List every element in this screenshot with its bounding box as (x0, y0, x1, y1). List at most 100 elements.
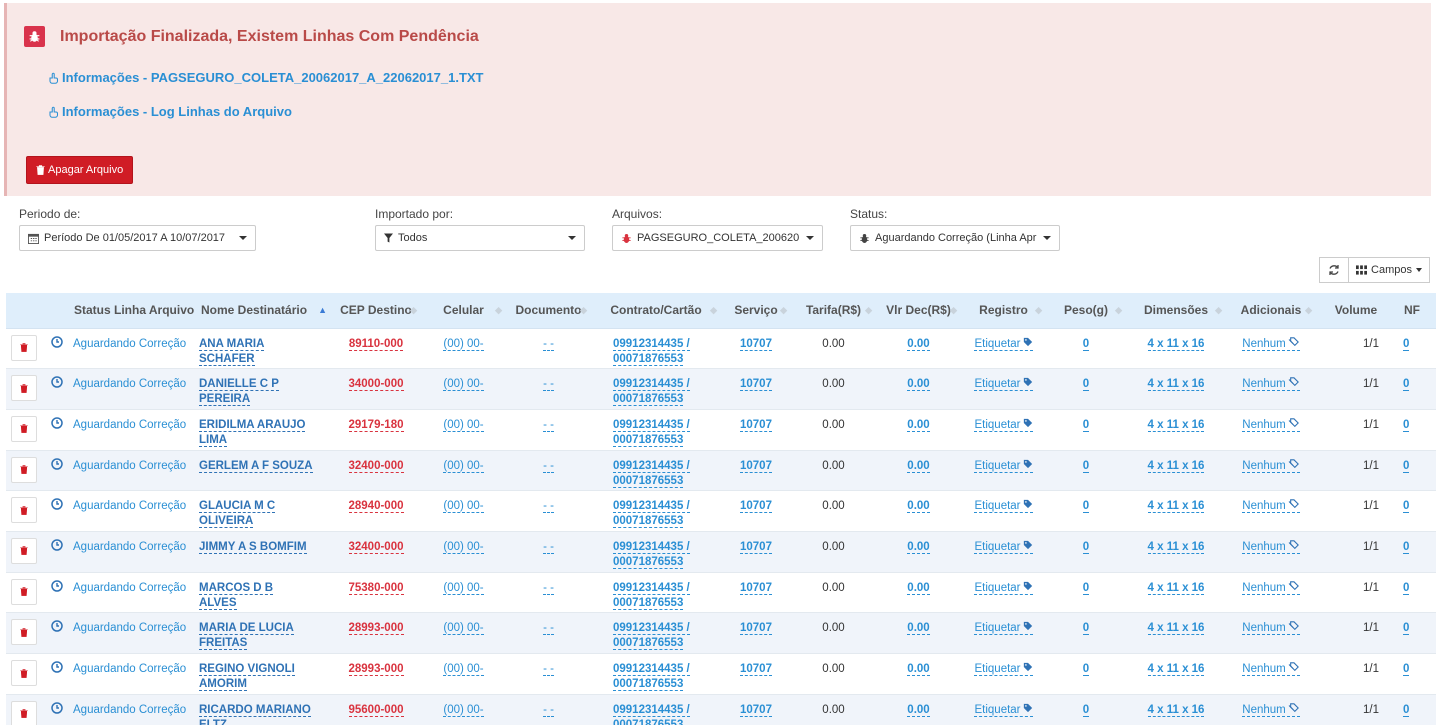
delete-file-button[interactable]: Apagar Arquivo (26, 156, 134, 184)
row-registro[interactable]: Etiquetar (974, 540, 1033, 554)
row-documento[interactable]: - - (543, 459, 554, 473)
row-adicionais[interactable]: Nenhum (1242, 702, 1300, 717)
row-servico[interactable]: 10707 (740, 459, 772, 473)
row-name[interactable]: ERIDILMA ARAUJO LIMA (199, 418, 306, 447)
row-dimensoes[interactable]: 4 x 11 x 16 (1147, 459, 1205, 473)
row-servico[interactable]: 10707 (740, 622, 772, 636)
row-celular[interactable]: (00) 00- (443, 459, 484, 473)
row-celular[interactable]: (00) 00- (443, 500, 484, 514)
row-registro[interactable]: Etiquetar (974, 662, 1033, 676)
row-cep[interactable]: 28940-000 (348, 500, 404, 514)
row-peso[interactable]: 0 (1082, 500, 1090, 514)
row-dimensoes[interactable]: 4 x 11 x 16 (1147, 622, 1205, 636)
delete-row-button[interactable] (10, 334, 37, 361)
row-servico[interactable]: 10707 (740, 540, 772, 554)
row-peso[interactable]: 0 (1082, 459, 1090, 473)
row-adicionais[interactable]: Nenhum (1242, 621, 1300, 636)
row-dimensoes[interactable]: 4 x 11 x 16 (1147, 500, 1205, 514)
row-nf[interactable]: 0 (1403, 581, 1410, 595)
row-nf[interactable]: 0 (1403, 418, 1410, 432)
row-peso[interactable]: 0 (1082, 703, 1090, 717)
row-dimensoes[interactable]: 4 x 11 x 16 (1147, 418, 1205, 432)
row-celular[interactable]: (00) 00- (443, 378, 484, 392)
row-name[interactable]: GLAUCIA M C OLIVEIRA (199, 500, 276, 529)
row-vlr-dec[interactable]: 0.00 (907, 540, 930, 554)
row-peso[interactable]: 0 (1082, 622, 1090, 636)
row-cep[interactable]: 28993-000 (348, 622, 404, 636)
row-registro[interactable]: Etiquetar (974, 337, 1033, 351)
row-nf[interactable]: 0 (1403, 378, 1410, 392)
row-celular[interactable]: (00) 00- (443, 540, 484, 554)
row-celular[interactable]: (00) 00- (443, 622, 484, 636)
row-cep[interactable]: 89110-000 (348, 337, 404, 351)
row-vlr-dec[interactable]: 0.00 (907, 581, 930, 595)
row-vlr-dec[interactable]: 0.00 (907, 663, 930, 676)
header-nf[interactable]: NF (1396, 293, 1436, 329)
row-vlr-dec[interactable]: 0.00 (907, 418, 930, 432)
row-vlr-dec[interactable]: 0.00 (907, 378, 930, 392)
header-adicionais[interactable]: Adicionais ◆ (1226, 293, 1316, 329)
header-vlr-dec[interactable]: Vlr Dec(R$) ◆ (876, 293, 961, 329)
row-registro[interactable]: Etiquetar (974, 418, 1033, 432)
row-peso[interactable]: 0 (1082, 663, 1090, 676)
fields-button[interactable]: Campos (1348, 257, 1430, 283)
delete-row-button[interactable] (10, 456, 37, 483)
header-documento[interactable]: Documento ◆ (506, 293, 591, 329)
row-documento[interactable]: - - (543, 500, 554, 514)
info-link-log[interactable]: Informações - Log Linhas do Arquivo (47, 104, 292, 119)
row-name[interactable]: DANIELLE C P PEREIRA (199, 378, 279, 407)
row-nf[interactable]: 0 (1403, 500, 1410, 514)
header-registro[interactable]: Registro ◆ (961, 293, 1046, 329)
header-status[interactable]: Status Linha Arquivo (73, 293, 199, 329)
imported-by-select[interactable]: Todos (375, 225, 585, 251)
row-cep[interactable]: 32400-000 (348, 540, 404, 554)
row-cep[interactable]: 28993-000 (348, 663, 404, 676)
row-contrato[interactable]: 09912314435 / 00071876553 (613, 500, 690, 529)
delete-row-button[interactable] (10, 578, 37, 605)
row-registro[interactable]: Etiquetar (974, 500, 1033, 514)
row-registro[interactable]: Etiquetar (974, 703, 1033, 717)
row-celular[interactable]: (00) 00- (443, 663, 484, 676)
row-documento[interactable]: - - (543, 378, 554, 392)
row-celular[interactable]: (00) 00- (443, 703, 484, 717)
row-cep[interactable]: 75380-000 (348, 581, 404, 595)
row-name[interactable]: JIMMY A S BOMFIM (199, 540, 307, 554)
row-vlr-dec[interactable]: 0.00 (907, 459, 930, 473)
row-contrato[interactable]: 09912314435 / 00071876553 (613, 337, 690, 366)
row-name[interactable]: GERLEM A F SOUZA (199, 459, 313, 473)
row-nf[interactable]: 0 (1403, 703, 1410, 717)
status-select[interactable]: Aguardando Correção (Linha Apr… (850, 225, 1060, 251)
header-peso[interactable]: Peso(g) ◆ (1046, 293, 1126, 329)
row-contrato[interactable]: 09912314435 / 00071876553 (613, 663, 690, 691)
row-contrato[interactable]: 09912314435 / 00071876553 (613, 540, 690, 569)
row-name[interactable]: ANA MARIA SCHAFER (199, 337, 265, 366)
refresh-button[interactable] (1319, 257, 1349, 283)
delete-row-button[interactable] (10, 660, 37, 686)
row-registro[interactable]: Etiquetar (974, 622, 1033, 636)
row-celular[interactable]: (00) 00- (443, 337, 484, 351)
row-adicionais[interactable]: Nenhum (1242, 336, 1300, 351)
row-registro[interactable]: Etiquetar (974, 378, 1033, 392)
header-celular[interactable]: Celular ◆ (421, 293, 506, 329)
row-documento[interactable]: - - (543, 418, 554, 432)
row-servico[interactable]: 10707 (740, 663, 772, 676)
row-servico[interactable]: 10707 (740, 703, 772, 717)
row-servico[interactable]: 10707 (740, 418, 772, 432)
row-nf[interactable]: 0 (1403, 622, 1410, 636)
row-celular[interactable]: (00) 00- (443, 418, 484, 432)
row-adicionais[interactable]: Nenhum (1242, 580, 1300, 595)
header-name[interactable]: Nome Destinatário ▲ (199, 293, 331, 329)
row-registro[interactable]: Etiquetar (974, 581, 1033, 595)
files-select[interactable]: PAGSEGURO_COLETA_20062017 (612, 225, 823, 251)
delete-row-button[interactable] (10, 537, 37, 564)
row-cep[interactable]: 34000-000 (348, 378, 404, 392)
row-dimensoes[interactable]: 4 x 11 x 16 (1147, 663, 1205, 676)
row-documento[interactable]: - - (543, 581, 554, 595)
row-adicionais[interactable]: Nenhum (1242, 540, 1300, 554)
delete-row-button[interactable] (10, 415, 37, 442)
row-vlr-dec[interactable]: 0.00 (907, 500, 930, 514)
row-vlr-dec[interactable]: 0.00 (907, 622, 930, 636)
row-servico[interactable]: 10707 (740, 378, 772, 392)
header-volume[interactable]: Volume (1316, 293, 1396, 329)
row-peso[interactable]: 0 (1082, 540, 1090, 554)
